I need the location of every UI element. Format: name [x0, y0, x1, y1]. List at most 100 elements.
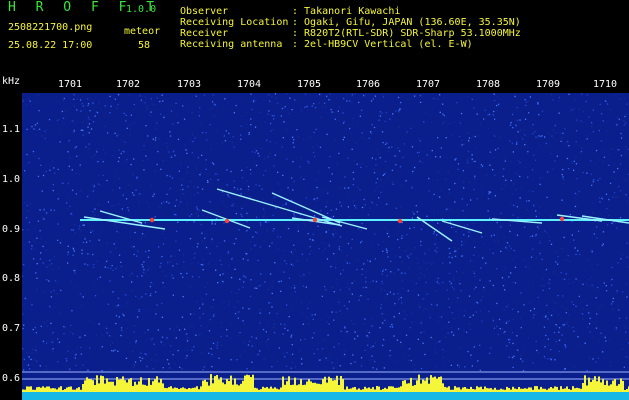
activity-bar [206, 381, 208, 392]
activity-bar [114, 385, 116, 392]
activity-bar [174, 387, 176, 392]
activity-bar [374, 389, 376, 392]
activity-bar [132, 386, 134, 392]
activity-bar [126, 382, 128, 392]
activity-bar [370, 388, 372, 392]
activity-bar [536, 386, 538, 392]
activity-bar [516, 389, 518, 392]
activity-bar [258, 389, 260, 392]
activity-bar [626, 389, 628, 392]
frequency-label: 0.9 [2, 224, 21, 235]
activity-bar [460, 389, 462, 392]
activity-bar [612, 380, 614, 392]
activity-bar [284, 384, 286, 392]
activity-bar [410, 377, 412, 392]
activity-bar [560, 386, 562, 392]
frequency-label: 0.6 [2, 373, 21, 384]
echo-hotspot [559, 216, 565, 222]
activity-bar [526, 388, 528, 392]
activity-bar [264, 387, 266, 392]
activity-bar [384, 387, 386, 392]
minute-label: 1706 [355, 79, 381, 90]
activity-bar [268, 388, 270, 392]
activity-bar [366, 388, 368, 392]
activity-bar [578, 388, 580, 392]
activity-bar [54, 388, 56, 392]
activity-bar [108, 381, 110, 392]
activity-bar [64, 389, 66, 392]
app-version: 1.0.0 [126, 4, 157, 15]
frequency-unit-label: kHz [2, 76, 21, 87]
activity-bar [534, 386, 536, 392]
activity-bar [166, 388, 168, 392]
activity-bar [326, 382, 328, 392]
activity-bar [272, 388, 274, 392]
activity-bar [202, 380, 204, 392]
activity-bar [110, 381, 112, 392]
activity-bar [344, 389, 346, 392]
activity-bar [218, 379, 220, 392]
activity-bar [250, 377, 252, 392]
activity-bar [376, 386, 378, 392]
activity-bar [68, 386, 70, 392]
activity-bar [292, 384, 294, 392]
activity-bar [354, 387, 356, 392]
activity-bar [398, 387, 400, 392]
activity-bar [96, 375, 98, 392]
activity-bar [596, 381, 598, 392]
activity-bar [554, 386, 556, 392]
activity-bar [430, 375, 432, 392]
activity-bar [436, 378, 438, 392]
activity-bar [246, 374, 248, 392]
activity-bar [192, 387, 194, 392]
activity-bar [106, 378, 108, 392]
activity-bar [120, 379, 122, 392]
activity-bar [458, 387, 460, 392]
activity-bar [178, 389, 180, 392]
activity-bar [450, 389, 452, 392]
activity-bar [260, 389, 262, 392]
activity-bar [82, 384, 84, 392]
activity-bar [574, 388, 576, 392]
activity-bar [58, 387, 60, 392]
activity-bar [542, 388, 544, 392]
activity-bar [508, 388, 510, 392]
activity-bar [204, 379, 206, 392]
activity-bar [464, 387, 466, 392]
activity-bar [514, 388, 516, 392]
activity-bar [48, 386, 50, 392]
activity-bar [448, 386, 450, 392]
activity-bar [538, 389, 540, 392]
activity-bar [158, 382, 160, 392]
activity-bar [614, 379, 616, 392]
activity-bar [602, 379, 604, 392]
activity-bar [124, 380, 126, 392]
activity-bar [234, 378, 236, 392]
activity-bar [334, 380, 336, 392]
activity-bar [90, 379, 92, 392]
activity-bar [322, 379, 324, 392]
activity-bar [444, 386, 446, 392]
activity-bar [558, 389, 560, 392]
activity-bar [84, 380, 86, 392]
activity-bar [44, 387, 46, 392]
meteor-count: 58 [138, 40, 151, 51]
activity-bar [136, 384, 138, 392]
activity-bar [532, 389, 534, 392]
activity-bar [576, 387, 578, 392]
activity-bar [528, 387, 530, 392]
activity-bar [408, 383, 410, 392]
activity-bar [546, 389, 548, 392]
activity-bar [598, 376, 600, 392]
activity-bar [592, 379, 594, 392]
activity-bar [382, 389, 384, 392]
activity-bar [506, 386, 508, 392]
activity-bar [328, 376, 330, 392]
activity-bar [594, 376, 596, 392]
activity-bar [302, 385, 304, 392]
activity-bar [294, 377, 296, 392]
activity-bar [368, 387, 370, 392]
activity-bar [104, 383, 106, 392]
activity-bar [116, 377, 118, 392]
activity-bar [224, 384, 226, 392]
